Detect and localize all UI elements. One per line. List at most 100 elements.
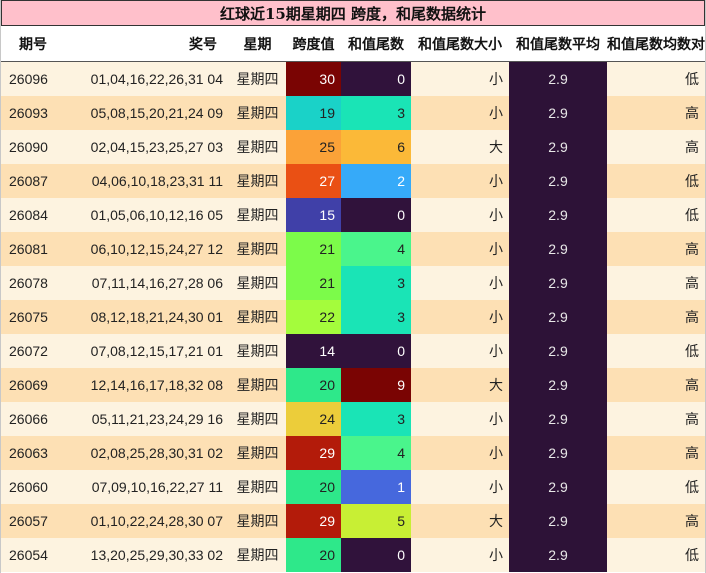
average-compare-cell: 低: [607, 198, 705, 232]
average-compare-cell: 低: [607, 334, 705, 368]
span-cell: 25: [286, 130, 341, 164]
span-cell: 27: [286, 164, 341, 198]
tail-average-cell: 2.9: [509, 96, 607, 130]
header-average-compare[interactable]: 和值尾数均数对比: [607, 26, 706, 62]
sum-tail-cell: 2: [341, 164, 411, 198]
table-row[interactable]: 26087 04,06,10,18,23,31 11 星期四 27 2 小 2.9 低: [1, 164, 705, 198]
period-cell: 26057: [1, 504, 71, 538]
tail-average-cell: 2.9: [509, 402, 607, 436]
tail-average-cell: 2.9: [509, 232, 607, 266]
numbers-cell: 06,10,12,15,24,27 12: [71, 232, 229, 266]
table-row[interactable]: 26066 05,11,21,23,24,29 16 星期四 24 3 小 2.9 高: [1, 402, 705, 436]
tail-average-cell: 2.9: [509, 470, 607, 504]
average-compare-cell: 低: [607, 538, 705, 572]
average-compare-cell: 高: [607, 130, 705, 164]
average-compare-cell: 低: [607, 61, 705, 96]
numbers-cell: 05,08,15,20,21,24 09: [71, 96, 229, 130]
span-cell: 30: [286, 61, 341, 96]
tail-size-cell: 大: [411, 368, 509, 402]
weekday-cell: 星期四: [229, 130, 286, 164]
header-tail-size[interactable]: 和值尾数大小: [411, 26, 509, 62]
span-cell: 21: [286, 266, 341, 300]
tail-average-cell: 2.9: [509, 164, 607, 198]
tail-size-cell: 小: [411, 61, 509, 96]
weekday-cell: 星期四: [229, 300, 286, 334]
table-row[interactable]: 26060 07,09,10,16,22,27 11 星期四 20 1 小 2.9 低: [1, 470, 705, 504]
average-compare-cell: 高: [607, 232, 705, 266]
sum-tail-cell: 1: [341, 470, 411, 504]
numbers-cell: 07,11,14,16,27,28 06: [71, 266, 229, 300]
header-period[interactable]: 期号: [1, 26, 71, 62]
table-row[interactable]: 26096 01,04,16,22,26,31 04 星期四 30 0 小 2.9 低: [1, 61, 705, 96]
table-row[interactable]: 26072 07,08,12,15,17,21 01 星期四 14 0 小 2.9 低: [1, 334, 705, 368]
average-compare-cell: 低: [607, 470, 705, 504]
average-compare-cell: 低: [607, 164, 705, 198]
sum-tail-cell: 5: [341, 504, 411, 538]
stats-panel: 红球近15期星期四 跨度，和尾数据统计 期号 奖号 星期 跨度值 和值尾数 和值…: [0, 0, 706, 573]
span-cell: 19: [286, 96, 341, 130]
weekday-cell: 星期四: [229, 402, 286, 436]
tail-average-cell: 2.9: [509, 504, 607, 538]
numbers-cell: 01,10,22,24,28,30 07: [71, 504, 229, 538]
average-compare-cell: 高: [607, 368, 705, 402]
sum-tail-cell: 0: [341, 538, 411, 572]
span-cell: 20: [286, 470, 341, 504]
average-compare-cell: 高: [607, 402, 705, 436]
numbers-cell: 01,05,06,10,12,16 05: [71, 198, 229, 232]
span-cell: 22: [286, 300, 341, 334]
tail-size-cell: 小: [411, 232, 509, 266]
sum-tail-cell: 3: [341, 266, 411, 300]
table-row[interactable]: 26057 01,10,22,24,28,30 07 星期四 29 5 大 2.9 高: [1, 504, 705, 538]
span-cell: 20: [286, 368, 341, 402]
numbers-cell: 02,04,15,23,25,27 03: [71, 130, 229, 164]
table-row[interactable]: 26063 02,08,25,28,30,31 02 星期四 29 4 小 2.9 高: [1, 436, 705, 470]
average-compare-cell: 高: [607, 300, 705, 334]
header-tail-average[interactable]: 和值尾数平均: [509, 26, 607, 62]
weekday-cell: 星期四: [229, 61, 286, 96]
weekday-cell: 星期四: [229, 198, 286, 232]
weekday-cell: 星期四: [229, 538, 286, 572]
tail-average-cell: 2.9: [509, 538, 607, 572]
period-cell: 26063: [1, 436, 71, 470]
period-cell: 26066: [1, 402, 71, 436]
tail-size-cell: 大: [411, 504, 509, 538]
tail-size-cell: 小: [411, 164, 509, 198]
tail-average-cell: 2.9: [509, 368, 607, 402]
table-row[interactable]: 26069 12,14,16,17,18,32 08 星期四 20 9 大 2.9 高: [1, 368, 705, 402]
table-row[interactable]: 26093 05,08,15,20,21,24 09 星期四 19 3 小 2.9 高: [1, 96, 705, 130]
tail-average-cell: 2.9: [509, 436, 607, 470]
table-body: 26096 01,04,16,22,26,31 04 星期四 30 0 小 2.9 低 2609…: [1, 61, 705, 572]
table-row[interactable]: 26078 07,11,14,16,27,28 06 星期四 21 3 小 2.9 高: [1, 266, 705, 300]
sum-tail-cell: 3: [341, 402, 411, 436]
tail-size-cell: 小: [411, 300, 509, 334]
span-cell: 29: [286, 436, 341, 470]
header-row: 期号 奖号 星期 跨度值 和值尾数 和值尾数大小 和值尾数平均 和值尾数均数对比: [1, 26, 706, 62]
header-sum-tail[interactable]: 和值尾数: [341, 26, 411, 62]
period-cell: 26054: [1, 538, 71, 572]
table-row[interactable]: 26054 13,20,25,29,30,33 02 星期四 20 0 小 2.9 低: [1, 538, 705, 572]
tail-average-cell: 2.9: [509, 130, 607, 164]
weekday-cell: 星期四: [229, 164, 286, 198]
header-numbers[interactable]: 奖号: [71, 26, 229, 62]
table-title: 红球近15期星期四 跨度，和尾数据统计: [1, 0, 705, 26]
period-cell: 26060: [1, 470, 71, 504]
average-compare-cell: 高: [607, 266, 705, 300]
tail-size-cell: 小: [411, 266, 509, 300]
period-cell: 26087: [1, 164, 71, 198]
header-weekday[interactable]: 星期: [229, 26, 286, 62]
span-cell: 29: [286, 504, 341, 538]
table-row[interactable]: 26084 01,05,06,10,12,16 05 星期四 15 0 小 2.9 低: [1, 198, 705, 232]
weekday-cell: 星期四: [229, 334, 286, 368]
numbers-cell: 08,12,18,21,24,30 01: [71, 300, 229, 334]
table-row[interactable]: 26075 08,12,18,21,24,30 01 星期四 22 3 小 2.9 高: [1, 300, 705, 334]
sum-tail-cell: 0: [341, 61, 411, 96]
tail-size-cell: 小: [411, 198, 509, 232]
average-compare-cell: 高: [607, 96, 705, 130]
numbers-cell: 07,08,12,15,17,21 01: [71, 334, 229, 368]
span-cell: 24: [286, 402, 341, 436]
table-row[interactable]: 26081 06,10,12,15,24,27 12 星期四 21 4 小 2.9 高: [1, 232, 705, 266]
tail-size-cell: 小: [411, 334, 509, 368]
table-row[interactable]: 26090 02,04,15,23,25,27 03 星期四 25 6 大 2.9 高: [1, 130, 705, 164]
tail-size-cell: 小: [411, 402, 509, 436]
header-span[interactable]: 跨度值: [286, 26, 341, 62]
